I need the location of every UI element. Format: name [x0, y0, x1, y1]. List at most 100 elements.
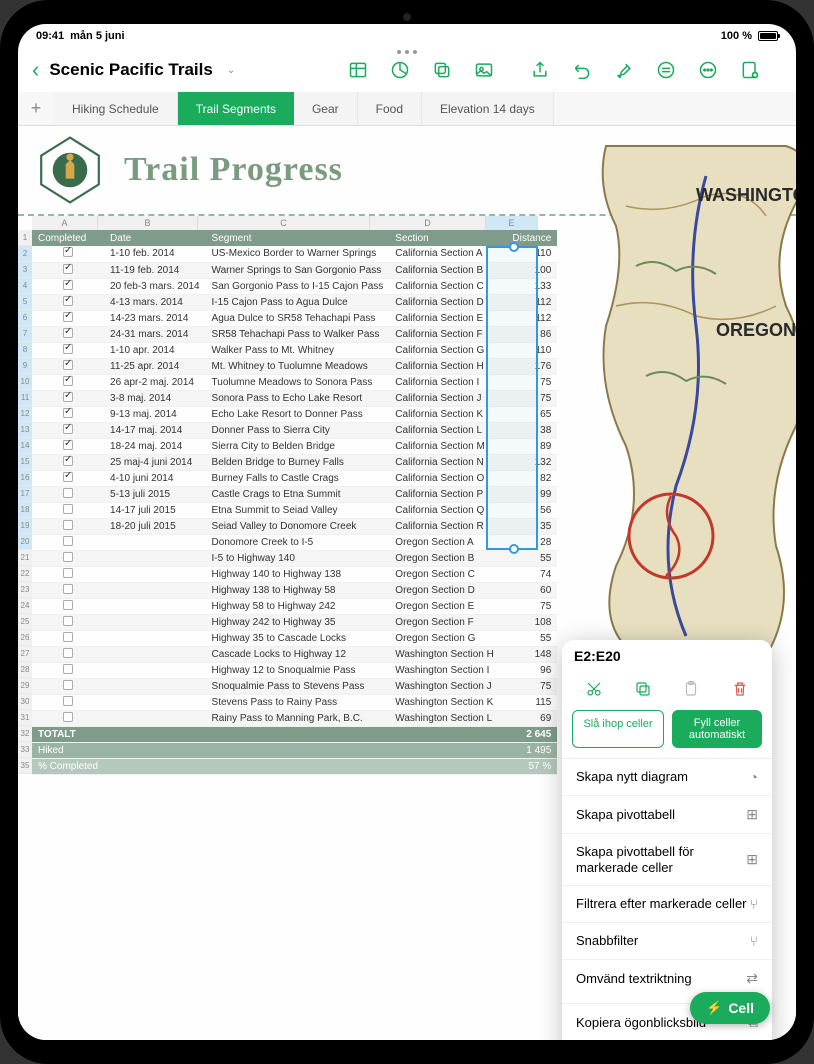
- date-cell[interactable]: [104, 550, 206, 566]
- row-number[interactable]: 6: [18, 310, 32, 326]
- completed-cell[interactable]: [32, 470, 104, 486]
- segment-cell[interactable]: Castle Crags to Etna Summit: [206, 486, 390, 502]
- distance-cell[interactable]: 148: [505, 646, 557, 662]
- section-cell[interactable]: California Section A: [389, 246, 505, 262]
- section-cell[interactable]: California Section Q: [389, 502, 505, 518]
- checkbox-icon[interactable]: [63, 520, 73, 530]
- section-cell[interactable]: Oregon Section C: [389, 566, 505, 582]
- table-row[interactable]: Highway 140 to Highway 138Oregon Section…: [32, 566, 557, 582]
- section-cell[interactable]: California Section I: [389, 374, 505, 390]
- distance-cell[interactable]: 75: [505, 374, 557, 390]
- distance-cell[interactable]: 75: [505, 598, 557, 614]
- checkbox-icon[interactable]: [63, 632, 73, 642]
- segment-cell[interactable]: Highway 242 to Highway 35: [206, 614, 390, 630]
- distance-cell[interactable]: 96: [505, 662, 557, 678]
- table-row[interactable]: 26 apr-2 maj. 2014Tuolumne Meadows to So…: [32, 374, 557, 390]
- segment-cell[interactable]: Walker Pass to Mt. Whitney: [206, 342, 390, 358]
- table-row[interactable]: 5-13 juli 2015Castle Crags to Etna Summi…: [32, 486, 557, 502]
- section-cell[interactable]: California Section J: [389, 390, 505, 406]
- date-cell[interactable]: [104, 694, 206, 710]
- distance-cell[interactable]: 176: [505, 358, 557, 374]
- completed-cell[interactable]: [32, 518, 104, 534]
- row-number[interactable]: 31: [18, 710, 32, 726]
- checkbox-icon[interactable]: [63, 247, 73, 257]
- table-row[interactable]: 14-17 maj. 2014Donner Pass to Sierra Cit…: [32, 422, 557, 438]
- section-cell[interactable]: Oregon Section A: [389, 534, 505, 550]
- section-cell[interactable]: Oregon Section B: [389, 550, 505, 566]
- row-number[interactable]: 30: [18, 694, 32, 710]
- checkbox-icon[interactable]: [63, 584, 73, 594]
- row-number[interactable]: 19: [18, 518, 32, 534]
- row-number[interactable]: 10: [18, 374, 32, 390]
- section-cell[interactable]: California Section N: [389, 454, 505, 470]
- segment-cell[interactable]: Highway 140 to Highway 138: [206, 566, 390, 582]
- row-number[interactable]: 29: [18, 678, 32, 694]
- completed-cell[interactable]: [32, 390, 104, 406]
- merge-cells-button[interactable]: Slå ihop celler: [572, 710, 664, 748]
- pct-row[interactable]: % Completed57 %: [32, 758, 557, 774]
- checkbox-icon[interactable]: [63, 376, 73, 386]
- table-row[interactable]: Highway 242 to Highway 35Oregon Section …: [32, 614, 557, 630]
- row-number[interactable]: 7: [18, 326, 32, 342]
- segment-cell[interactable]: US-Mexico Border to Warner Springs: [206, 246, 390, 262]
- tab-hiking-schedule[interactable]: Hiking Schedule: [54, 92, 178, 125]
- table-row[interactable]: 24-31 mars. 2014SR58 Tehachapi Pass to W…: [32, 326, 557, 342]
- tab-food[interactable]: Food: [358, 92, 422, 125]
- section-cell[interactable]: California Section K: [389, 406, 505, 422]
- row-number[interactable]: 16: [18, 470, 32, 486]
- date-cell[interactable]: 18-24 maj. 2014: [104, 438, 206, 454]
- checkbox-icon[interactable]: [63, 552, 73, 562]
- completed-cell[interactable]: [32, 614, 104, 630]
- checkbox-icon[interactable]: [63, 536, 73, 546]
- checkbox-icon[interactable]: [63, 360, 73, 370]
- section-cell[interactable]: California Section B: [389, 262, 505, 278]
- segment-cell[interactable]: SR58 Tehachapi Pass to Walker Pass: [206, 326, 390, 342]
- completed-cell[interactable]: [32, 262, 104, 278]
- distance-cell[interactable]: 38: [505, 422, 557, 438]
- segment-cell[interactable]: Echo Lake Resort to Donner Pass: [206, 406, 390, 422]
- completed-cell[interactable]: [32, 710, 104, 726]
- distance-cell[interactable]: 75: [505, 390, 557, 406]
- segment-cell[interactable]: Mt. Whitney to Tuolumne Meadows: [206, 358, 390, 374]
- checkbox-icon[interactable]: [63, 328, 73, 338]
- new-sheet-icon[interactable]: [736, 56, 764, 84]
- section-cell[interactable]: California Section H: [389, 358, 505, 374]
- cut-icon[interactable]: [583, 678, 605, 700]
- row-number[interactable]: 3: [18, 262, 32, 278]
- distance-cell[interactable]: 100: [505, 262, 557, 278]
- share-icon[interactable]: [526, 56, 554, 84]
- completed-cell[interactable]: [32, 598, 104, 614]
- distance-cell[interactable]: 89: [505, 438, 557, 454]
- table-row[interactable]: I-5 to Highway 140Oregon Section B55: [32, 550, 557, 566]
- section-cell[interactable]: California Section P: [389, 486, 505, 502]
- popover-item[interactable]: Skapa nytt diagram◔: [562, 759, 772, 796]
- popover-item[interactable]: Filtrera efter markerade celler⑂: [562, 886, 772, 923]
- date-cell[interactable]: 4-13 mars. 2014: [104, 294, 206, 310]
- completed-cell[interactable]: [32, 646, 104, 662]
- date-cell[interactable]: 26 apr-2 maj. 2014: [104, 374, 206, 390]
- distance-cell[interactable]: 115: [505, 694, 557, 710]
- segment-cell[interactable]: Sonora Pass to Echo Lake Resort: [206, 390, 390, 406]
- checkbox-icon[interactable]: [63, 296, 73, 306]
- distance-cell[interactable]: 108: [505, 614, 557, 630]
- table-row[interactable]: 11-25 apr. 2014Mt. Whitney to Tuolumne M…: [32, 358, 557, 374]
- col-header-e[interactable]: E: [486, 216, 538, 230]
- segment-cell[interactable]: I-15 Cajon Pass to Agua Dulce: [206, 294, 390, 310]
- checkbox-icon[interactable]: [63, 280, 73, 290]
- row-number[interactable]: 12: [18, 406, 32, 422]
- table-row[interactable]: 1-10 apr. 2014Walker Pass to Mt. Whitney…: [32, 342, 557, 358]
- distance-cell[interactable]: 65: [505, 406, 557, 422]
- checkbox-icon[interactable]: [63, 456, 73, 466]
- section-cell[interactable]: Washington Section I: [389, 662, 505, 678]
- completed-cell[interactable]: [32, 662, 104, 678]
- section-cell[interactable]: California Section M: [389, 438, 505, 454]
- completed-cell[interactable]: [32, 310, 104, 326]
- distance-cell[interactable]: 110: [505, 342, 557, 358]
- segment-cell[interactable]: Highway 12 to Snoqualmie Pass: [206, 662, 390, 678]
- checkbox-icon[interactable]: [63, 680, 73, 690]
- date-cell[interactable]: 9-13 maj. 2014: [104, 406, 206, 422]
- section-cell[interactable]: California Section E: [389, 310, 505, 326]
- segment-cell[interactable]: Tuolumne Meadows to Sonora Pass: [206, 374, 390, 390]
- date-cell[interactable]: [104, 630, 206, 646]
- popover-item[interactable]: Snabbfilter⑂: [562, 923, 772, 960]
